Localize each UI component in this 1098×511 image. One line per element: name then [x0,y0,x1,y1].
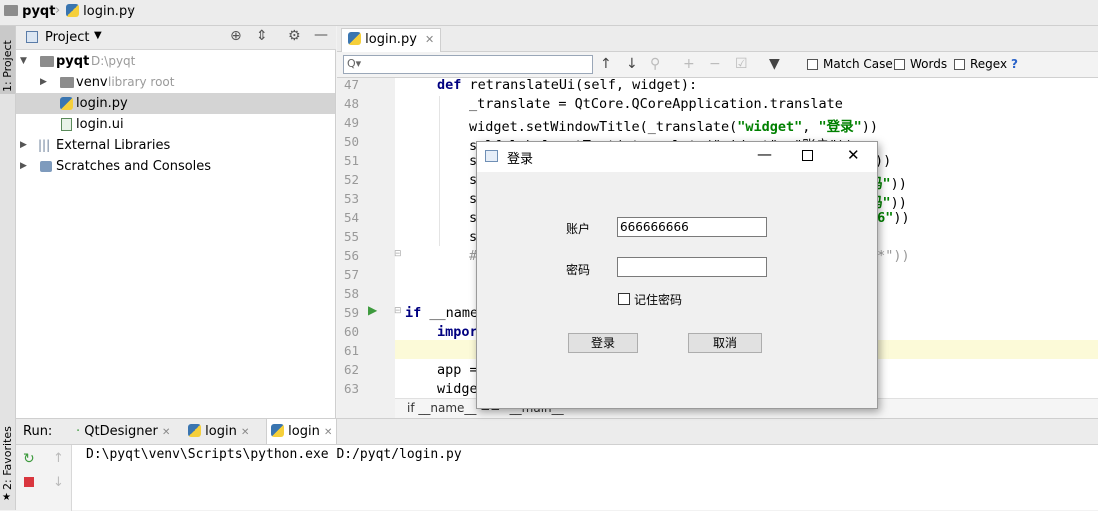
chevron-right-icon: ▶ [20,140,27,150]
close-icon[interactable]: ✕ [162,427,170,438]
next-occurrence-icon[interactable]: ↓ [626,56,638,72]
folder-icon [60,77,74,88]
cancel-button[interactable]: 取消 [688,333,762,353]
remove-occurrence-icon[interactable]: − [709,56,721,72]
password-label: 密码 [566,263,591,277]
search-icon: Q▾ [347,57,362,70]
regex-checkbox[interactable] [954,59,965,70]
login-button[interactable]: 登录 [568,333,638,353]
close-icon[interactable]: ✕ [241,427,249,438]
code-line-47[interactable]: def retranslateUi(self, widget): [437,77,697,93]
python-file-icon [66,4,79,17]
gear-icon[interactable]: ⚙ [288,28,301,44]
rerun-icon[interactable]: ↻ [23,451,35,467]
search-input[interactable]: Q▾ [343,55,593,74]
stop-icon[interactable] [24,477,34,487]
run-panel: Run: · QtDesigner ✕ login ✕ login ✕ ↻ ↑ … [16,418,1098,511]
add-occurrence-icon[interactable]: + [683,56,695,72]
chevron-right-icon: › [55,3,61,18]
maximize-icon[interactable] [802,150,813,161]
run-tab-login-1[interactable]: login ✕ [184,419,253,444]
qt-icon: · [76,424,81,439]
close-icon[interactable]: ✕ [425,33,434,46]
fold-marker-icon[interactable]: ⊟ [394,249,402,259]
project-view-selector[interactable]: Project [45,30,89,45]
window-icon [485,150,498,162]
run-label: Run: [23,424,53,439]
tree-item-login-ui[interactable]: login.ui [16,114,335,135]
project-panel: Project ▼ ⊕ ⇕ ⚙ — ▼ pyqt D:\pyqt ▶ venv … [16,26,336,418]
match-case-checkbox[interactable] [807,59,818,70]
find-all-icon[interactable]: ⚲ [650,56,660,72]
tree-item-scratches[interactable]: ▶ Scratches and Consoles [16,156,335,177]
chevron-right-icon: ▶ [20,161,27,171]
python-file-icon [348,32,361,45]
account-label: 账户 [566,222,591,236]
code-line-49[interactable]: widget.setWindowTitle(_translate("widget… [469,115,878,135]
code-line-48[interactable]: _translate = QtCore.QCoreApplication.tra… [469,96,843,112]
chevron-right-icon: › [128,3,134,18]
tree-item-pyqt[interactable]: ▼ pyqt D:\pyqt [16,51,335,72]
chevron-right-icon: ▶ [40,77,47,87]
help-link[interactable]: ? [1011,57,1018,71]
locate-icon[interactable]: ⊕ [230,28,242,44]
close-icon[interactable]: ✕ [324,427,332,438]
navigation-bar: pyqt › login.py › [0,0,1098,26]
select-all-occurrences-icon[interactable]: ☑ [735,56,748,72]
hide-panel-icon[interactable]: — [314,27,328,43]
collapse-all-icon[interactable]: ⇕ [256,28,268,44]
left-tool-strip: 1: Project 2: Favorites ★ [0,26,16,510]
account-input[interactable]: 666666666 [617,217,767,237]
dialog-title-bar[interactable]: 登录 — ✕ [477,142,877,172]
run-toolbar: ↻ ↑ ↓ [16,445,72,511]
tree-item-login-py[interactable]: login.py [16,93,335,114]
run-gutter-icon[interactable]: ▶ [368,303,377,317]
scratches-icon [40,161,52,172]
console-output[interactable]: D:\pyqt\venv\Scripts\python.exe D:/pyqt/… [86,447,462,462]
remember-password-label[interactable]: 记住密码 [634,291,682,308]
project-view-icon [26,31,38,43]
python-file-icon [188,424,201,437]
password-input[interactable] [617,257,767,277]
tab-login-py[interactable]: login.py ✕ [341,28,442,52]
tree-item-venv[interactable]: ▶ venv library root [16,72,335,93]
python-file-icon [60,97,73,110]
run-tab-qtdesigner[interactable]: · QtDesigner ✕ [72,419,174,444]
close-icon[interactable]: ✕ [847,146,860,164]
code-line-62[interactable]: app = [437,362,478,378]
words-checkbox[interactable] [894,59,905,70]
scroll-down-icon[interactable]: ↓ [53,475,64,490]
chevron-down-icon: ▼ [20,56,27,66]
project-panel-header: Project ▼ ⊕ ⇕ ⚙ — [16,26,336,50]
run-tabs: Run: · QtDesigner ✕ login ✕ login ✕ [16,419,1098,445]
folder-icon [4,5,18,16]
editor-tabs: login.py ✕ [337,26,1098,52]
breadcrumb-file[interactable]: login.py [66,4,135,19]
search-bar: Q▾ ↑ ↓ ⚲ + − ☑ ▼ Match Case Words Regex … [337,52,1098,78]
code-line-59[interactable]: if __name [405,305,478,321]
run-tab-login-2[interactable]: login ✕ [266,419,338,444]
code-line-60[interactable]: impor [437,324,478,340]
star-icon: ★ [2,492,11,503]
scroll-up-icon[interactable]: ↑ [53,451,64,466]
folder-icon [40,56,54,67]
breadcrumb-project[interactable]: pyqt [4,4,55,19]
minimize-icon[interactable]: — [757,145,772,163]
login-dialog: 登录 — ✕ 账户 666666666 密码 记住密码 登录 取消 [476,141,878,409]
code-line-63[interactable]: widge [437,381,478,397]
previous-occurrence-icon[interactable]: ↑ [600,56,612,72]
indent-guide [439,96,440,246]
library-icon: ||| [38,138,51,152]
filter-icon[interactable]: ▼ [769,56,780,72]
fold-marker-icon[interactable]: ⊟ [394,306,402,316]
dialog-title: 登录 [507,152,534,167]
favorites-tool-label[interactable]: 2: Favorites [1,426,14,490]
ui-file-icon [61,118,72,131]
project-tool-label: 1: Project [1,40,14,92]
tree-item-external-libraries[interactable]: ▶ ||| External Libraries [16,135,335,156]
dropdown-arrow-icon[interactable]: ▼ [94,30,102,41]
python-file-icon [271,424,284,437]
remember-password-checkbox[interactable] [618,293,630,305]
